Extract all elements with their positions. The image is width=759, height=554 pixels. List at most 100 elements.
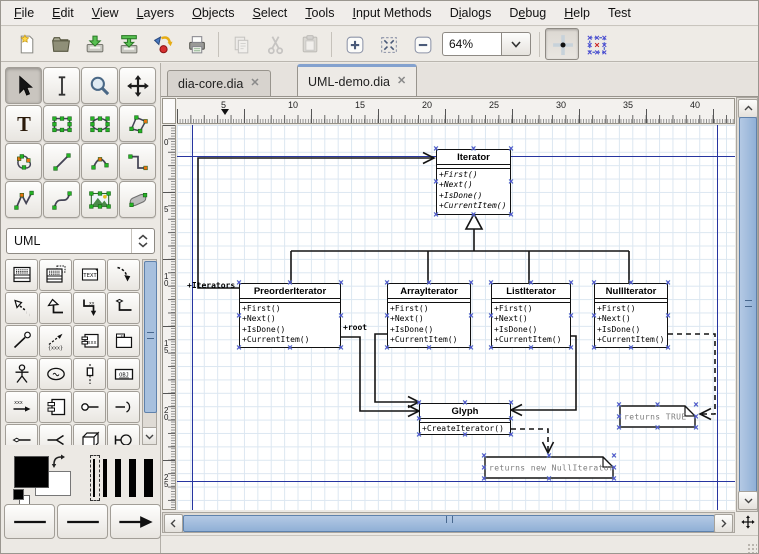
- print-button[interactable]: [179, 28, 213, 60]
- uml-shape-aggregation-line[interactable]: [5, 424, 38, 445]
- line-width-option[interactable]: [129, 459, 136, 497]
- tab-close-icon[interactable]: ✕: [250, 78, 259, 89]
- snap-to-objects-toggle[interactable]: [579, 28, 613, 60]
- scroll-up-button[interactable]: [738, 99, 758, 118]
- pan-canvas-button[interactable]: [738, 512, 758, 532]
- resize-grip[interactable]: [747, 543, 757, 553]
- zoom-in-button[interactable]: [337, 28, 371, 60]
- uml-shape-package[interactable]: xx: [107, 325, 140, 357]
- uml-shape-template-class[interactable]: [39, 259, 72, 291]
- dep-nulliterator-note[interactable]: [668, 334, 715, 414]
- new-button[interactable]: [9, 28, 43, 60]
- menu-help[interactable]: Help: [555, 2, 599, 24]
- horizontal-scrollbar-thumb[interactable]: [183, 515, 715, 532]
- zoom-dropdown-button[interactable]: [501, 32, 531, 56]
- menu-input-methods[interactable]: Input Methods: [343, 2, 440, 24]
- uml-class-iterator[interactable]: Iterator+First()+Next()+IsDone()+Current…: [436, 149, 511, 215]
- vertical-scrollbar[interactable]: [736, 97, 758, 512]
- palette-scroll-down-button[interactable]: [143, 427, 156, 444]
- assoc-iterators-arrowhead[interactable]: [423, 153, 434, 164]
- open-button[interactable]: [43, 28, 77, 60]
- uml-shape-fork[interactable]: [39, 424, 72, 445]
- save-as-button[interactable]: [111, 28, 145, 60]
- save-button[interactable]: [77, 28, 111, 60]
- assoc-iterators[interactable]: [198, 158, 434, 288]
- uml-class-preorderiterator[interactable]: PreorderIterator+First()+Next()+IsDone()…: [239, 283, 341, 348]
- sheet-selector-spin[interactable]: [131, 229, 154, 253]
- tool-beziergon[interactable]: [5, 143, 42, 180]
- line-end-style-button[interactable]: [110, 504, 161, 539]
- swap-colors-button[interactable]: [51, 453, 67, 469]
- menu-view[interactable]: View: [83, 2, 128, 24]
- tab-close-icon[interactable]: ✕: [397, 76, 406, 87]
- uml-shape-small-package[interactable]: xxx: [73, 325, 106, 357]
- menu-layers[interactable]: Layers: [128, 2, 184, 24]
- tool-zigzagline[interactable]: [119, 143, 156, 180]
- menu-select[interactable]: Select: [244, 2, 297, 24]
- uml-class-arrayiterator[interactable]: ArrayIterator+First()+Next()+IsDone()+Cu…: [387, 283, 471, 348]
- uml-shape-class[interactable]: [5, 259, 38, 291]
- tool-polygon[interactable]: [119, 105, 156, 142]
- tool-arc[interactable]: [81, 143, 118, 180]
- tool-bezierline[interactable]: [43, 181, 80, 218]
- menu-test[interactable]: Test: [599, 2, 640, 24]
- uml-shape-realization[interactable]: [5, 292, 38, 324]
- ruler-origin-button[interactable]: [162, 98, 176, 124]
- uml-class-nulliterator[interactable]: NullIterator+First()+Next()+IsDone()+Cur…: [594, 283, 668, 348]
- tool-outline[interactable]: [119, 181, 156, 218]
- horizontal-scrollbar[interactable]: [162, 512, 735, 533]
- menu-tools[interactable]: Tools: [296, 2, 343, 24]
- tool-image[interactable]: [81, 181, 118, 218]
- palette-scrollbar[interactable]: [142, 259, 157, 445]
- uml-shape-dependency[interactable]: [107, 259, 140, 291]
- uml-shape-message-arrow[interactable]: xxx: [5, 391, 38, 423]
- uml-shape-object[interactable]: OBJ: [107, 358, 140, 390]
- line-width-option[interactable]: [115, 459, 121, 497]
- line-width-option[interactable]: [93, 459, 95, 497]
- menu-edit[interactable]: Edit: [43, 2, 83, 24]
- scroll-right-button[interactable]: [714, 514, 733, 533]
- uml-shape-lifeline[interactable]: [73, 358, 106, 390]
- uml-class-listiterator[interactable]: ListIterator+First()+Next()+IsDone()+Cur…: [491, 283, 571, 348]
- line-style-button[interactable]: [57, 504, 108, 539]
- scroll-down-button[interactable]: [738, 491, 758, 510]
- zoom-value-field[interactable]: 64%: [442, 32, 501, 56]
- zoom-out-button[interactable]: [405, 28, 439, 60]
- tab-uml-demo-dia[interactable]: UML-demo.dia✕: [297, 64, 417, 96]
- assoc-root[interactable]: [341, 337, 419, 411]
- dep-nulliterator-note-arrowhead[interactable]: [700, 409, 711, 420]
- tool-ellipse[interactable]: [81, 105, 118, 142]
- line-width-option[interactable]: [144, 459, 153, 497]
- tool-line[interactable]: [43, 143, 80, 180]
- tool-textedit[interactable]: [43, 67, 80, 104]
- uml-shape-actor[interactable]: [5, 358, 38, 390]
- tool-box[interactable]: [43, 105, 80, 142]
- tool-text[interactable]: T: [5, 105, 42, 142]
- tool-polyline[interactable]: [5, 181, 42, 218]
- uml-shape-message[interactable]: {xxx}: [39, 325, 72, 357]
- menu-debug[interactable]: Debug: [500, 2, 555, 24]
- dep-glyph-note[interactable]: [511, 429, 548, 453]
- tool-modify[interactable]: [5, 67, 42, 104]
- uml-shape-association-direction[interactable]: xx: [73, 292, 106, 324]
- scroll-left-button[interactable]: [164, 514, 183, 533]
- uml-shape-qualified-association[interactable]: [5, 325, 38, 357]
- uml-shape-usecase[interactable]: [39, 358, 72, 390]
- tool-scroll[interactable]: [119, 67, 156, 104]
- menu-dialogs[interactable]: Dialogs: [441, 2, 501, 24]
- uml-shape-provided-interface[interactable]: [73, 391, 106, 423]
- export-button[interactable]: [145, 28, 179, 60]
- uml-shape-connector[interactable]: [107, 424, 140, 445]
- line-width-option[interactable]: [103, 459, 107, 497]
- palette-scrollbar-thumb[interactable]: [144, 261, 157, 413]
- snap-to-grid-toggle[interactable]: [545, 28, 579, 60]
- default-colors-foreground[interactable]: [13, 489, 24, 500]
- line-width-selector[interactable]: [93, 457, 155, 499]
- uml-shape-node[interactable]: [73, 424, 106, 445]
- sheet-selector[interactable]: UML: [6, 228, 155, 254]
- uml-shape-generalization[interactable]: [39, 292, 72, 324]
- uml-shape-aggregation[interactable]: [107, 292, 140, 324]
- uml-shape-component[interactable]: [39, 391, 72, 423]
- menu-objects[interactable]: Objects: [183, 2, 243, 24]
- generalization-tree[interactable]: [291, 229, 629, 283]
